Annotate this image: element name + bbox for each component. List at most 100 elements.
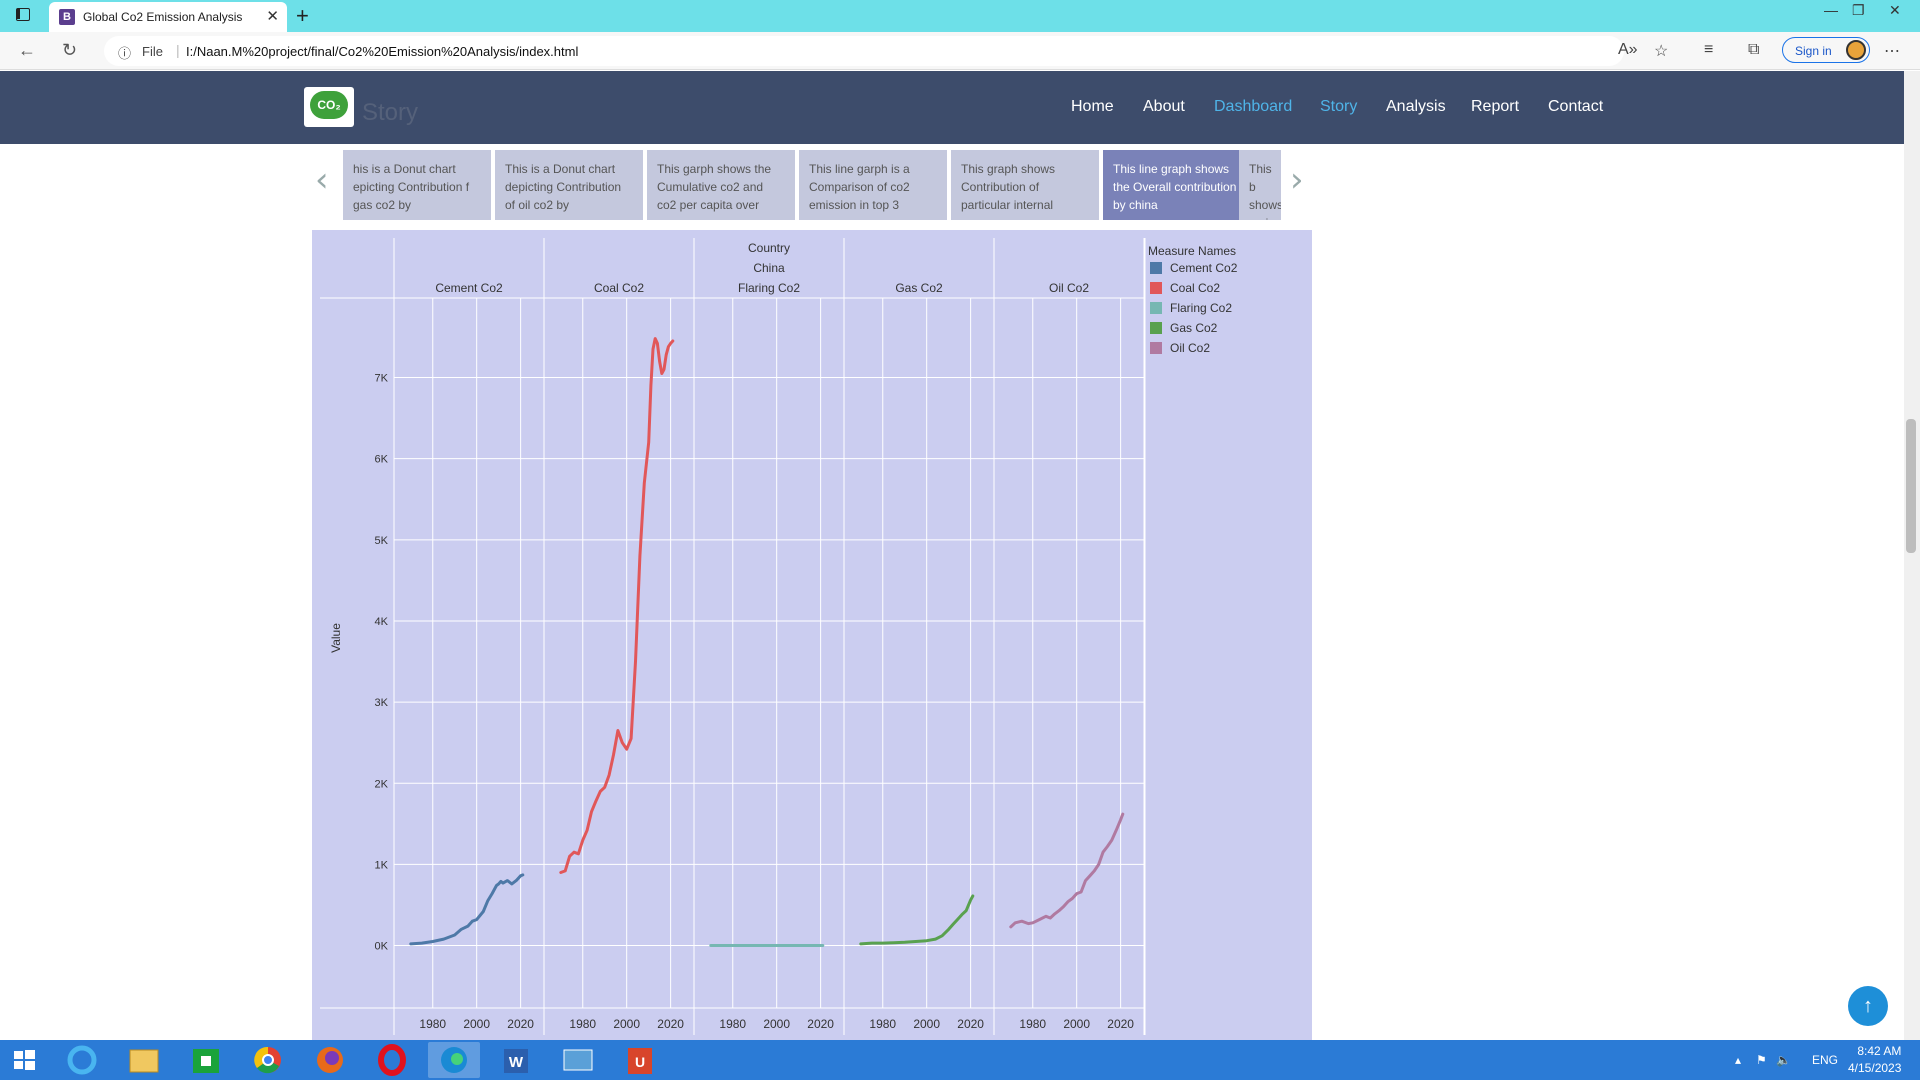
legend-swatch [1150, 322, 1162, 334]
series-line [1009, 812, 1125, 929]
pane-header: Flaring Co2 [738, 281, 800, 295]
y-tick-label: 7K [375, 373, 389, 385]
collections-icon[interactable]: ⧉ [1748, 41, 1759, 59]
back-icon[interactable]: ← [18, 40, 36, 61]
x-tick-label: 2020 [1107, 1017, 1134, 1031]
svg-text:W: W [509, 1054, 524, 1071]
series-line [409, 873, 525, 946]
tray-expand-icon[interactable]: ▴ [1735, 1053, 1741, 1067]
story-next-icon[interactable]: › [1290, 160, 1304, 200]
nav-about[interactable]: About [1143, 98, 1185, 116]
more-options-icon[interactable]: ⋯ [1884, 41, 1900, 61]
story-card[interactable]: This is a Donut chart depicting Contribu… [495, 150, 643, 220]
x-tick-label: 2000 [463, 1017, 490, 1031]
start-button[interactable] [0, 1042, 48, 1078]
chrome-icon[interactable] [242, 1042, 294, 1078]
new-tab-icon[interactable]: + [296, 3, 309, 29]
svg-text:U: U [635, 1054, 645, 1070]
y-tick-label: 2K [375, 778, 389, 790]
language-indicator[interactable]: ENG [1812, 1053, 1838, 1067]
add-favorite-icon[interactable]: ☆ [1654, 41, 1668, 61]
y-tick-label: 1K [375, 859, 389, 871]
series-line [559, 337, 675, 874]
legend-label: Cement Co2 [1170, 261, 1238, 275]
sign-in-button[interactable]: Sign in [1782, 37, 1870, 63]
pane-header: Gas Co2 [895, 281, 943, 295]
app-icon[interactable]: U [614, 1042, 666, 1078]
legend-label: Gas Co2 [1170, 321, 1218, 335]
tab-actions-icon[interactable] [16, 8, 30, 21]
nav-report[interactable]: Report [1471, 98, 1519, 116]
url-box[interactable]: ⓘ File | I:/Naan.M%20project/final/Co2%2… [104, 36, 1624, 66]
nav-home[interactable]: Home [1071, 98, 1114, 116]
nav-dashboard[interactable]: Dashboard [1214, 98, 1292, 116]
favorites-icon[interactable]: ≡ [1704, 41, 1713, 59]
vertical-scrollbar[interactable] [1904, 71, 1920, 1040]
co2-cloud-icon: CO₂ [310, 91, 348, 119]
x-tick-label: 1980 [869, 1017, 896, 1031]
action-center-icon[interactable]: ⚑ [1756, 1053, 1767, 1067]
x-tick-label: 2000 [913, 1017, 940, 1031]
story-card-selected[interactable]: This line graph shows the Overall contri… [1103, 150, 1251, 220]
x-tick-label: 2020 [807, 1017, 834, 1031]
nav-contact[interactable]: Contact [1548, 98, 1603, 116]
tab-title: Global Co2 Emission Analysis [83, 10, 243, 24]
read-aloud-icon[interactable]: A» [1618, 41, 1638, 59]
story-card[interactable]: his is a Donut chart epicting Contributi… [343, 150, 491, 220]
sign-in-label: Sign in [1795, 44, 1832, 58]
file-explorer-icon[interactable] [118, 1042, 170, 1078]
nav-story[interactable]: Story [1320, 98, 1357, 116]
chart-header-field: Country [748, 241, 790, 255]
x-tick-label: 1980 [569, 1017, 596, 1031]
x-tick-label: 2000 [1063, 1017, 1090, 1031]
opera-icon[interactable] [366, 1042, 418, 1078]
edge-icon[interactable] [428, 1042, 480, 1078]
volume-icon[interactable]: 🔈 [1776, 1053, 1791, 1067]
chart-svg: Country China Value Measure Names 0K 1K 2K… [320, 238, 1238, 1057]
y-tick-label: 6K [375, 454, 389, 466]
x-tick-label: 2000 [613, 1017, 640, 1031]
store-icon[interactable] [180, 1042, 232, 1078]
tab-close-icon[interactable]: ✕ [266, 7, 279, 25]
story-card[interactable]: This garph shows the Cumulative co2 and … [647, 150, 795, 220]
refresh-icon[interactable]: ↻ [62, 40, 77, 61]
x-tick-label: 1980 [1019, 1017, 1046, 1031]
windows-logo-icon [14, 1050, 35, 1070]
url-separator: | [176, 42, 180, 58]
clock[interactable]: 8:42 AM 4/15/2023 [1848, 1043, 1901, 1077]
chart-panel: Country China Value Measure Names 0K 1K 2K… [312, 230, 1312, 1057]
url-text[interactable]: I:/Naan.M%20project/final/Co2%20Emission… [186, 44, 578, 59]
story-card[interactable]: This line garph is a Comparison of co2 e… [799, 150, 947, 220]
story-carousel: his is a Donut chart epicting Contributi… [343, 150, 1281, 220]
x-tick-label: 1980 [419, 1017, 446, 1031]
site-logo[interactable]: CO₂ [304, 87, 354, 127]
clock-time: 8:42 AM [1857, 1044, 1902, 1058]
y-axis-label: Value [329, 623, 343, 653]
avatar [1846, 40, 1866, 60]
story-card[interactable]: This b shows emiss [1239, 150, 1281, 220]
scroll-thumb[interactable] [1906, 419, 1916, 553]
browser-tab[interactable]: B Global Co2 Emission Analysis ✕ [49, 2, 287, 32]
ie-icon[interactable] [56, 1042, 108, 1078]
browser-tab-strip: B Global Co2 Emission Analysis ✕ + — ❐ ✕ [0, 0, 1920, 32]
info-icon[interactable]: ⓘ [118, 43, 131, 62]
photos-icon[interactable] [552, 1042, 604, 1078]
site-navbar: CO₂ Story Home About Dashboard Story Ana… [0, 71, 1904, 144]
restore-icon[interactable]: ❐ [1852, 2, 1865, 19]
story-prev-icon[interactable]: ‹ [315, 160, 329, 200]
firefox-icon[interactable] [304, 1042, 356, 1078]
clock-date: 4/15/2023 [1848, 1061, 1902, 1075]
y-tick-label: 0K [375, 941, 389, 953]
legend-label: Coal Co2 [1170, 281, 1220, 295]
address-bar: ← ↻ ⓘ File | I:/Naan.M%20project/final/C… [0, 32, 1920, 70]
brand-title: Story [362, 99, 419, 126]
story-card[interactable]: This graph shows Contribution of particu… [951, 150, 1099, 220]
series-line [859, 894, 975, 946]
close-window-icon[interactable]: ✕ [1889, 2, 1901, 19]
scroll-to-top-button[interactable]: ↑ [1848, 986, 1888, 1026]
nav-analysis[interactable]: Analysis [1386, 98, 1446, 116]
word-icon[interactable]: W [490, 1042, 542, 1078]
minimize-icon[interactable]: — [1824, 2, 1838, 18]
tab-favicon-icon: B [59, 9, 75, 25]
x-tick-label: 2020 [657, 1017, 684, 1031]
